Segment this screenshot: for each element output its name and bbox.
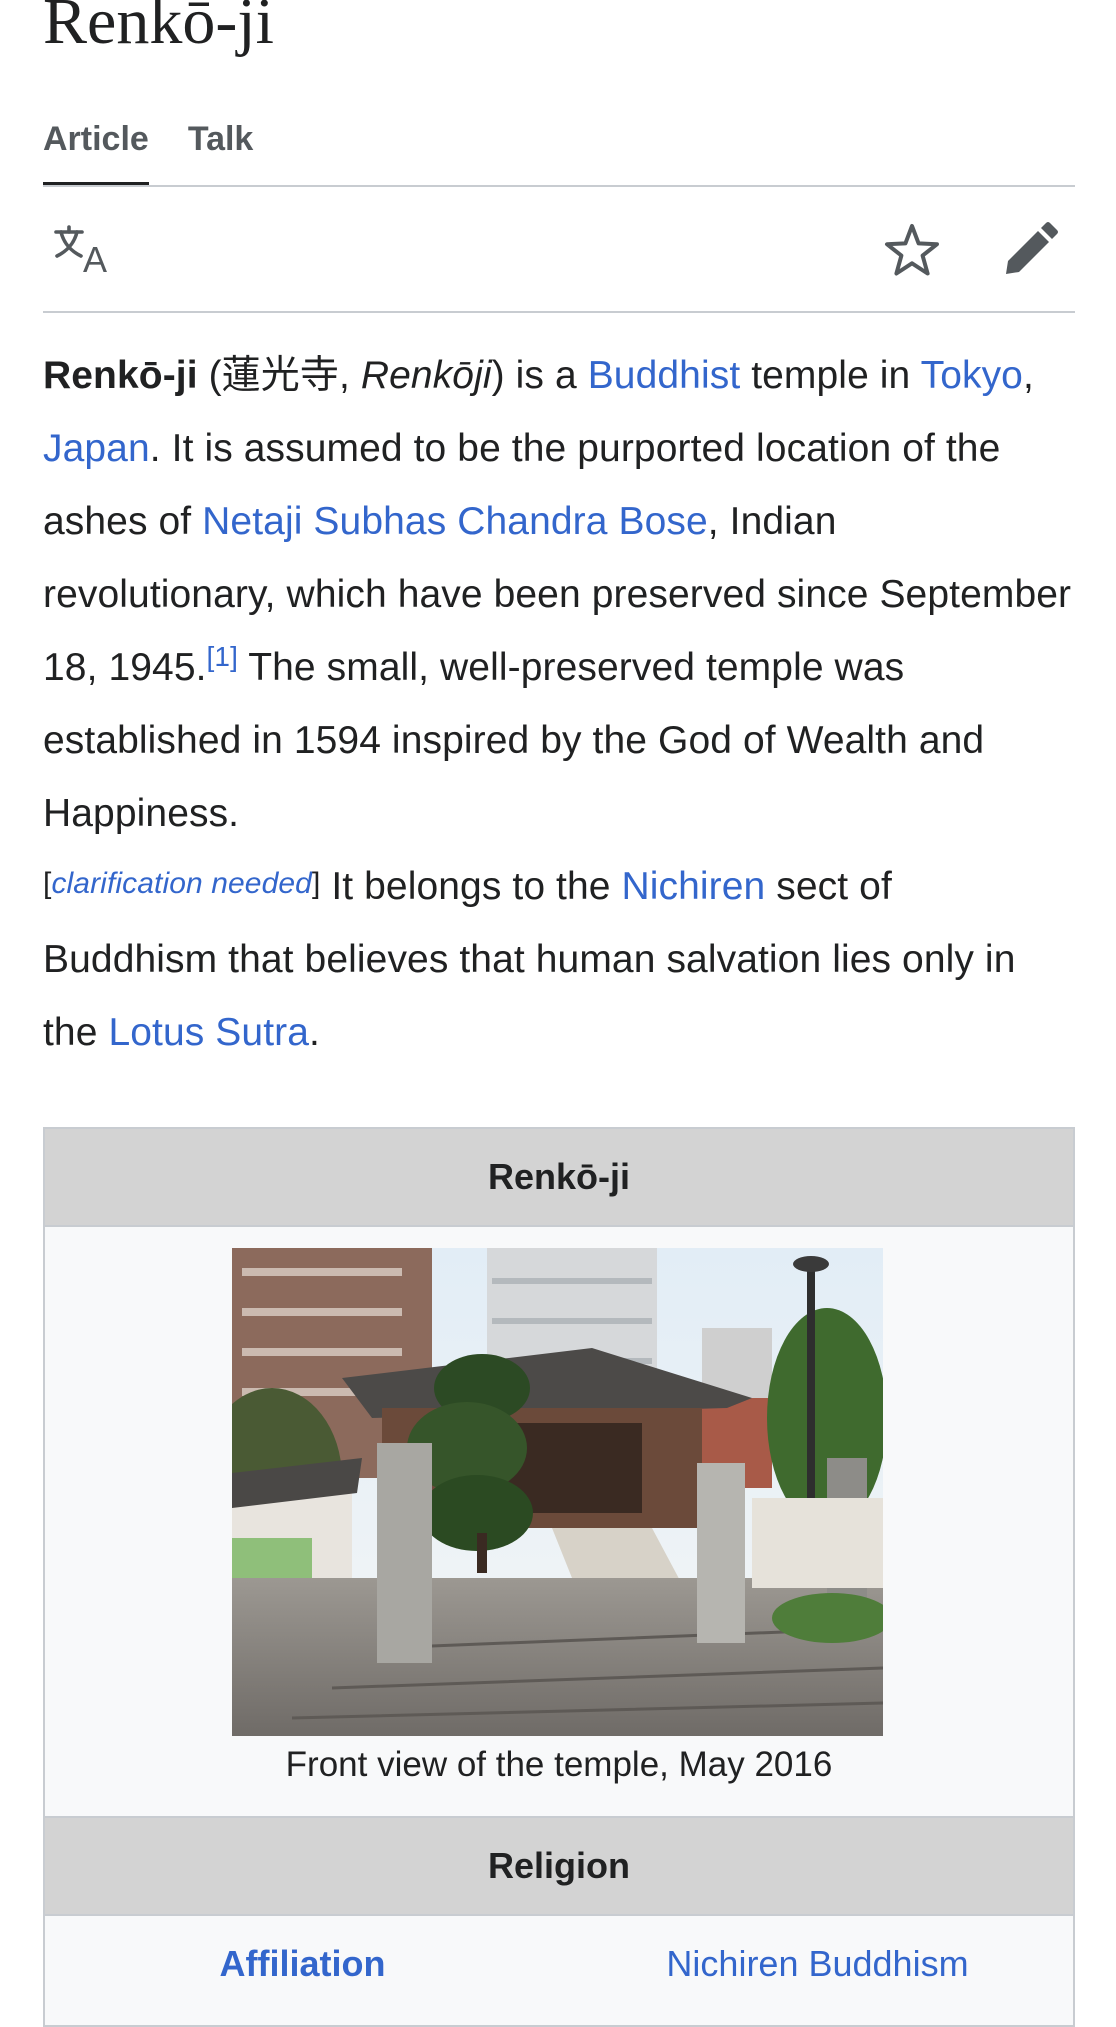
lead-title-bold: Renkō-ji (43, 354, 198, 397)
page-tabs: Article Talk (43, 118, 292, 187)
affiliation-value-link[interactable]: Nichiren Buddhism (560, 1943, 1075, 1985)
tab-article[interactable]: Article (43, 118, 149, 187)
watch-star-glyph (885, 224, 939, 276)
link-lotus-sutra[interactable]: Lotus Sutra (108, 1011, 309, 1054)
clarification-needed-link[interactable]: clarification needed (51, 867, 312, 900)
lead-text: temple in (740, 354, 921, 397)
clar-bracket-close: ] (311, 867, 321, 900)
translate-glyph: A (54, 225, 107, 276)
lead-text: ) is a (491, 354, 588, 397)
lead-paragraph: Renkō-ji (蓮光寺, Renkōji) is a Buddhist te… (43, 339, 1075, 1069)
infobox-section-religion: Religion (45, 1818, 1073, 1914)
edit-pencil-glyph (1006, 222, 1058, 274)
photo-caption: Front view of the temple, May 2016 (285, 1745, 833, 1784)
link-nichiren[interactable]: Nichiren (622, 865, 766, 908)
infobox: Renkō-ji Front view of the temple, May 2… (43, 1127, 1075, 2027)
page-title: Renkō-ji (43, 0, 274, 58)
link-japan[interactable]: Japan (43, 427, 150, 470)
translate-icon[interactable]: A (52, 218, 116, 282)
lead-text: (蓮光寺, (197, 354, 361, 397)
temple-photo[interactable] (232, 1248, 883, 1736)
link-buddhist[interactable]: Buddhist (588, 354, 741, 397)
reference-1[interactable]: [1] (207, 641, 238, 672)
lead-romaji: Renkōji (360, 354, 492, 397)
infobox-divider (45, 1914, 1073, 1916)
affiliation-label-link[interactable]: Affiliation (45, 1943, 560, 1985)
infobox-divider (45, 1225, 1073, 1227)
pencil-icon[interactable] (998, 218, 1062, 282)
tab-talk[interactable]: Talk (188, 118, 254, 186)
lead-text: , (1022, 354, 1034, 397)
link-bose[interactable]: Netaji Subhas Chandra Bose (202, 500, 708, 543)
lead-text: . (309, 1011, 320, 1054)
toolbar-divider (43, 311, 1075, 313)
clarification-tag: [clarification needed] (43, 867, 320, 900)
svg-text:A: A (83, 239, 107, 276)
lead-text: It belongs to the (320, 865, 622, 908)
star-icon[interactable] (880, 218, 944, 282)
infobox-title: Renkō-ji (45, 1129, 1073, 1225)
link-tokyo[interactable]: Tokyo (921, 354, 1023, 397)
tabs-divider (43, 185, 1075, 187)
